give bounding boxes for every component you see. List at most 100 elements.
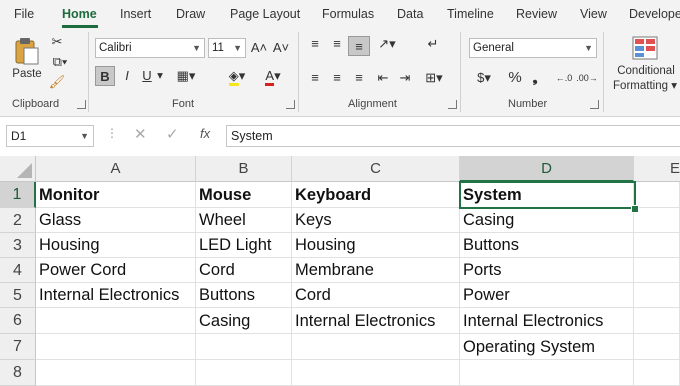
format-painter-icon[interactable]: 🖌 [48, 72, 66, 92]
italic-button[interactable]: I [119, 66, 135, 86]
bold-button[interactable]: B [95, 66, 115, 86]
font-name-dropdown[interactable]: Calibri ▼ [95, 38, 205, 58]
row-header-7[interactable]: 7 [0, 334, 36, 360]
cell-a1[interactable]: Monitor [36, 182, 196, 208]
increase-decimal-button[interactable]: ←.0 [553, 68, 575, 88]
cell-e7[interactable] [634, 334, 680, 360]
cell-b2[interactable]: Wheel [196, 208, 292, 233]
name-box[interactable]: D1 ▼ [6, 125, 94, 147]
paste-button[interactable] [12, 36, 40, 66]
cell-d4[interactable]: Ports [460, 258, 634, 283]
cell-c5[interactable]: Cord [292, 283, 460, 308]
align-top-icon[interactable]: ≡ [306, 34, 324, 54]
alignment-launcher-icon[interactable] [448, 100, 457, 109]
row-header-1[interactable]: 1 [0, 182, 36, 208]
wrap-text-icon[interactable]: ↵ [424, 34, 442, 54]
tab-developer[interactable]: Develope [629, 0, 680, 28]
tab-timeline[interactable]: Timeline [447, 0, 494, 28]
cell-e3[interactable] [634, 233, 680, 258]
cell-e1[interactable] [634, 182, 680, 208]
cell-a7[interactable] [36, 334, 196, 360]
comma-button[interactable]: ❟ [528, 68, 542, 88]
shrink-font-button[interactable]: A˅ [272, 38, 290, 58]
tab-view[interactable]: View [580, 0, 607, 28]
cell-b6[interactable]: Casing [196, 308, 292, 334]
cell-c4[interactable]: Membrane [292, 258, 460, 283]
chevron-down-icon[interactable]: ▾ [155, 66, 165, 86]
enter-icon[interactable]: ✓ [166, 125, 179, 143]
cancel-icon[interactable]: ✕ [134, 125, 147, 143]
column-header-a[interactable]: A [36, 156, 196, 182]
percent-button[interactable]: % [506, 68, 524, 88]
tab-page-layout[interactable]: Page Layout [230, 0, 300, 28]
column-header-e[interactable]: E [634, 156, 680, 182]
cell-e8[interactable] [634, 360, 680, 386]
cell-d8[interactable] [460, 360, 634, 386]
row-header-8[interactable]: 8 [0, 360, 36, 386]
cell-e5[interactable] [634, 283, 680, 308]
cell-e2[interactable] [634, 208, 680, 233]
row-header-6[interactable]: 6 [0, 308, 36, 334]
align-left-icon[interactable]: ≡ [306, 68, 324, 88]
cell-b5[interactable]: Buttons [196, 283, 292, 308]
cell-c8[interactable] [292, 360, 460, 386]
decrease-indent-icon[interactable]: ⇤ [374, 68, 392, 88]
cell-c1[interactable]: Keyboard [292, 182, 460, 208]
increase-indent-icon[interactable]: ⇥ [396, 68, 414, 88]
cell-b8[interactable] [196, 360, 292, 386]
tab-data[interactable]: Data [397, 0, 423, 28]
cell-e4[interactable] [634, 258, 680, 283]
copy-icon[interactable]: ⧉▾ [48, 52, 72, 72]
borders-icon[interactable]: ▦▾ [172, 66, 200, 86]
cell-d6[interactable]: Internal Electronics [460, 308, 634, 334]
row-header-2[interactable]: 2 [0, 208, 36, 233]
cell-b7[interactable] [196, 334, 292, 360]
merge-center-icon[interactable]: ⊞▾ [420, 68, 448, 88]
cell-d1[interactable]: System [460, 182, 634, 208]
cell-b3[interactable]: LED Light [196, 233, 292, 258]
column-header-c[interactable]: C [292, 156, 460, 182]
insert-function-icon[interactable]: fx [200, 126, 210, 141]
font-launcher-icon[interactable] [286, 100, 295, 109]
formatting-dropdown[interactable]: Formatting ▾ [610, 79, 680, 93]
align-right-icon[interactable]: ≡ [350, 68, 368, 88]
cell-a4[interactable]: Power Cord [36, 258, 196, 283]
tab-formulas[interactable]: Formulas [322, 0, 374, 28]
tab-home[interactable]: Home [62, 0, 97, 28]
tab-draw[interactable]: Draw [176, 0, 205, 28]
formula-input[interactable]: System [226, 125, 680, 147]
cell-d2[interactable]: Casing [460, 208, 634, 233]
conditional-formatting-label[interactable]: Conditional [612, 64, 680, 78]
cell-b4[interactable]: Cord [196, 258, 292, 283]
fill-handle[interactable] [631, 205, 639, 213]
clipboard-launcher-icon[interactable] [77, 100, 86, 109]
cell-a6[interactable] [36, 308, 196, 334]
column-header-b[interactable]: B [196, 156, 292, 182]
row-header-5[interactable]: 5 [0, 283, 36, 308]
tab-review[interactable]: Review [516, 0, 557, 28]
font-size-dropdown[interactable]: 11 ▼ [208, 38, 246, 58]
cell-c7[interactable] [292, 334, 460, 360]
cell-b1[interactable]: Mouse [196, 182, 292, 208]
number-format-dropdown[interactable]: General ▼ [469, 38, 597, 58]
decrease-decimal-button[interactable]: .00→ [576, 68, 598, 88]
grow-font-button[interactable]: A˄ [250, 38, 268, 58]
cell-c6[interactable]: Internal Electronics [292, 308, 460, 334]
cell-a8[interactable] [36, 360, 196, 386]
cell-a3[interactable]: Housing [36, 233, 196, 258]
align-middle-icon[interactable]: ≡ [328, 34, 346, 54]
cell-a5[interactable]: Internal Electronics [36, 283, 196, 308]
currency-button[interactable]: $▾ [472, 68, 496, 88]
cell-d3[interactable]: Buttons [460, 233, 634, 258]
cell-c2[interactable]: Keys [292, 208, 460, 233]
column-header-d[interactable]: D [460, 156, 634, 182]
number-launcher-icon[interactable] [590, 100, 599, 109]
orientation-icon[interactable]: ↗▾ [374, 34, 400, 54]
select-all-button[interactable] [0, 156, 36, 182]
fill-color-icon[interactable]: ◈▾ [222, 66, 252, 86]
row-header-3[interactable]: 3 [0, 233, 36, 258]
row-header-4[interactable]: 4 [0, 258, 36, 283]
underline-button[interactable]: U [139, 66, 155, 86]
cell-e6[interactable] [634, 308, 680, 334]
paste-label[interactable]: Paste [10, 64, 44, 84]
